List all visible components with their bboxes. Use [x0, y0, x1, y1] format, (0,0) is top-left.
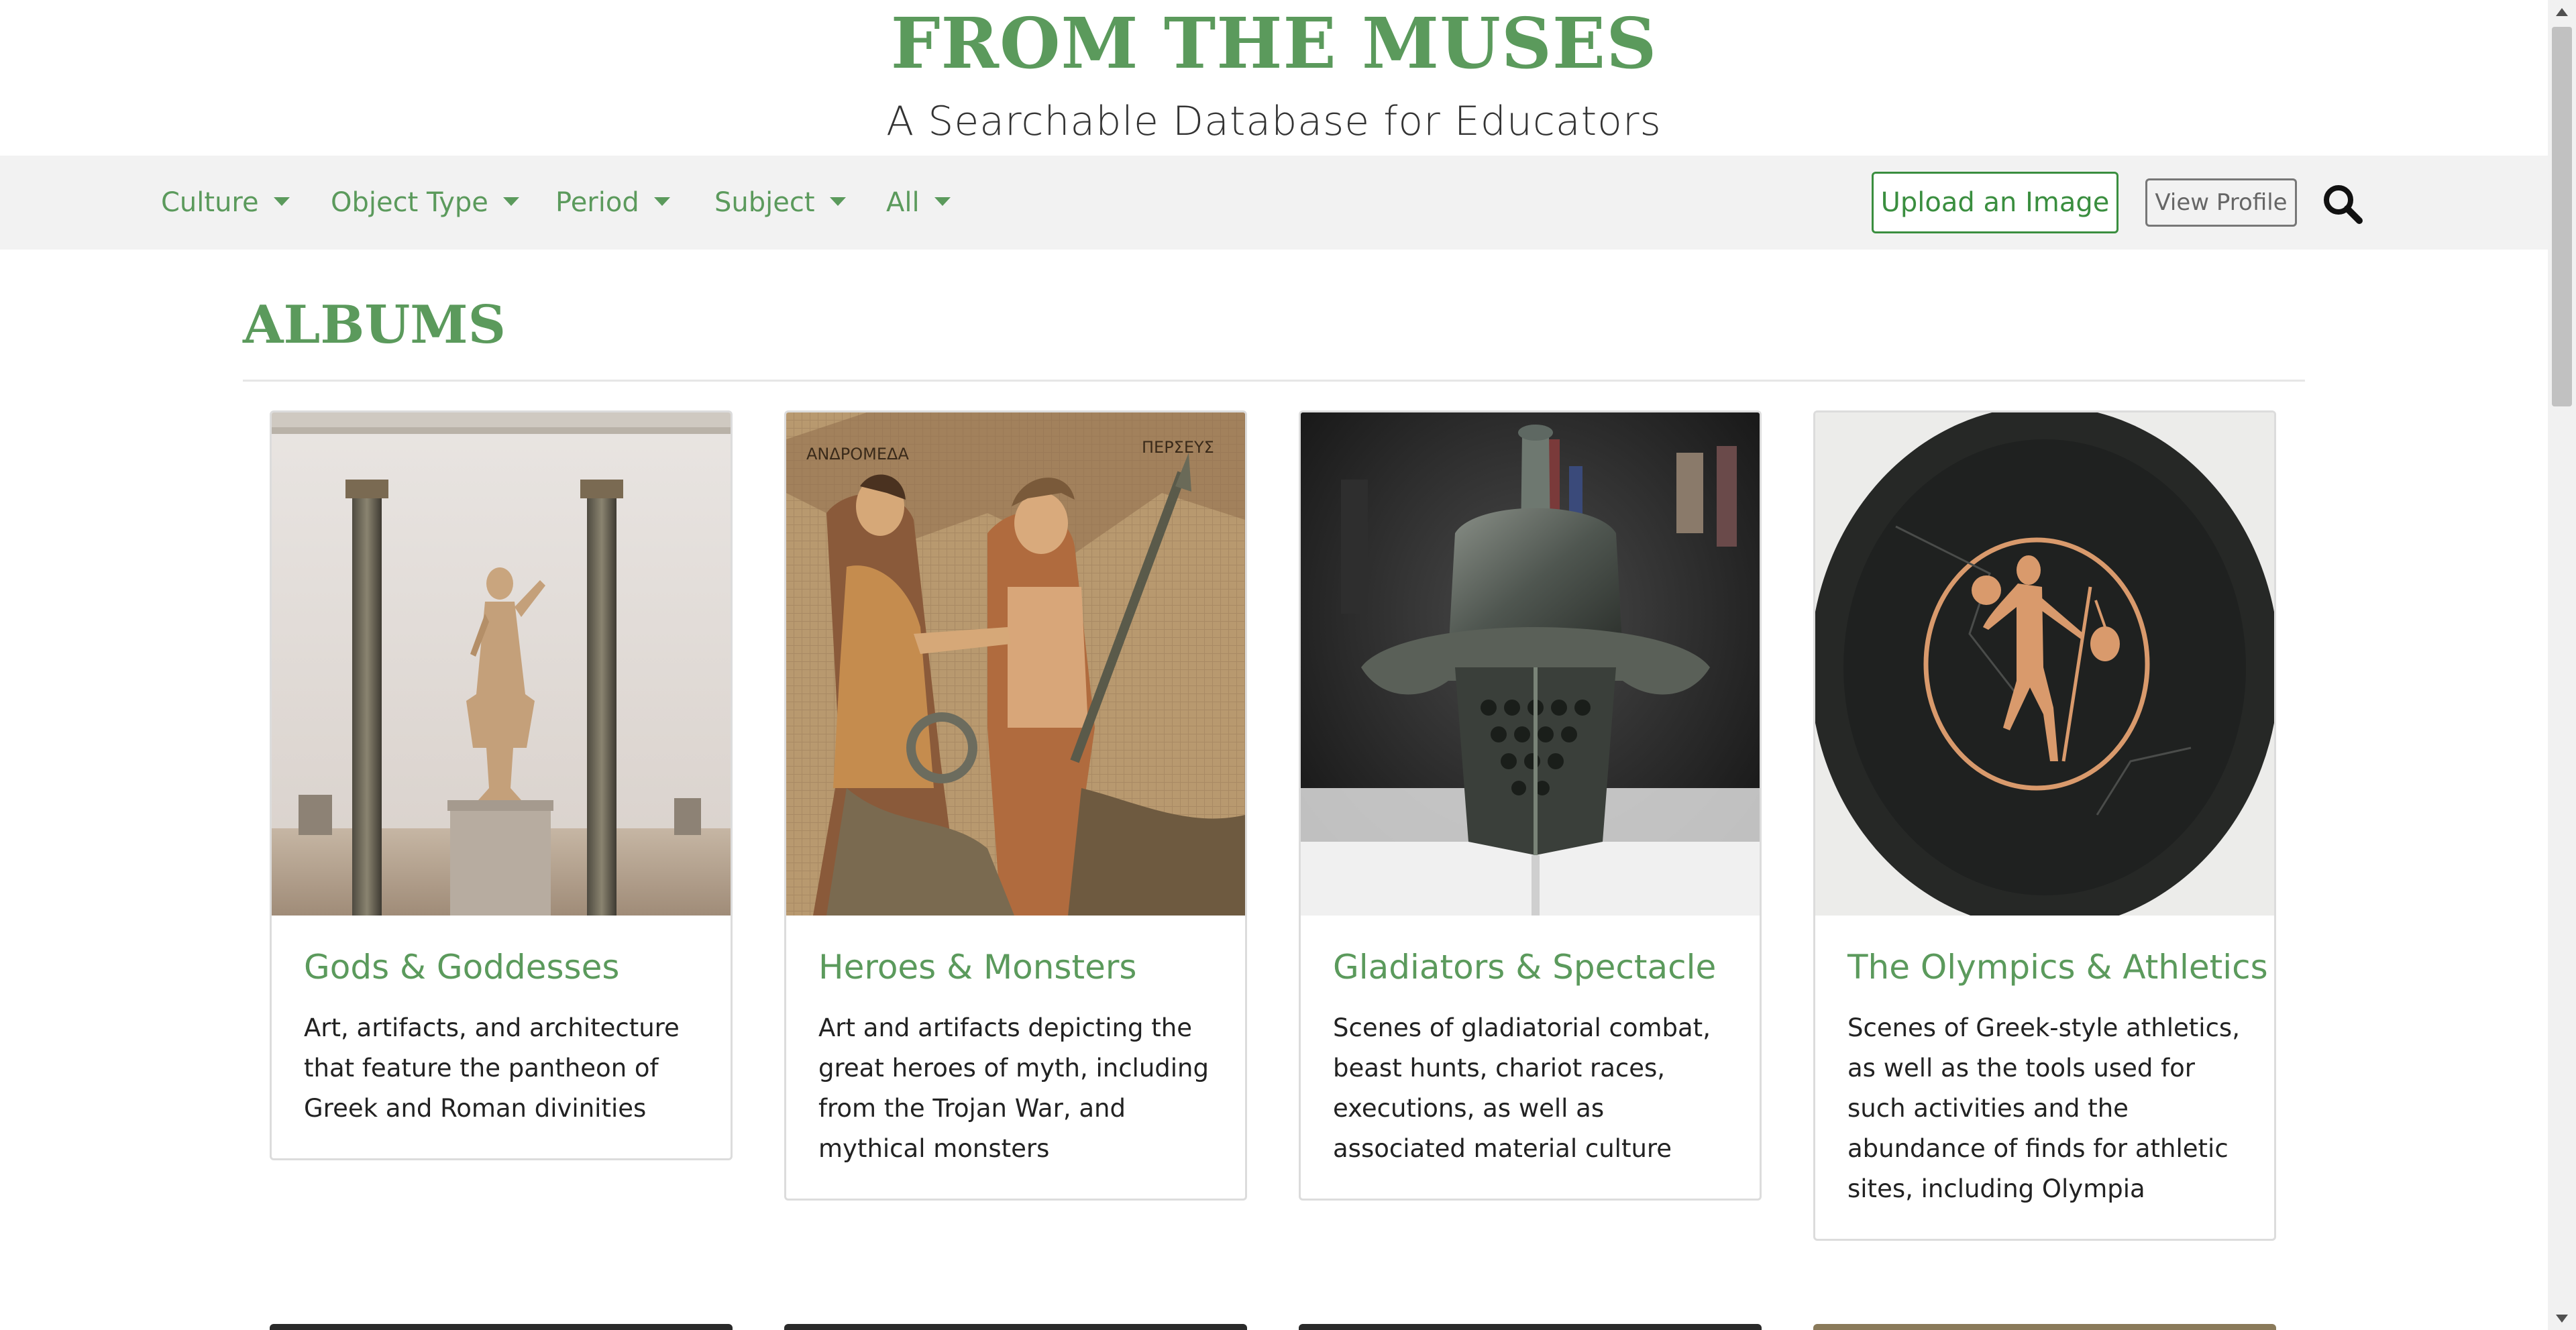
nav-culture-label: Culture: [161, 187, 259, 218]
album-title[interactable]: Gods & Goddesses: [304, 945, 698, 989]
album-title[interactable]: The Olympics & Athletics: [1847, 945, 2268, 989]
caret-down-icon: [653, 197, 670, 206]
album-image-kylix[interactable]: [1815, 412, 2274, 916]
nav-culture-dropdown[interactable]: Culture: [161, 156, 290, 250]
nav-object-type-label: Object Type: [331, 187, 488, 218]
album-description: Scenes of Greek-style athletics, as well…: [1847, 1013, 2240, 1203]
view-profile-button[interactable]: View Profile: [2145, 178, 2297, 227]
caret-down-icon: [273, 197, 290, 206]
navbar: Culture Object Type Period Subject All U…: [0, 156, 2548, 250]
scroll-up-arrow-icon[interactable]: [2556, 8, 2568, 16]
upload-image-button[interactable]: Upload an Image: [1872, 172, 2118, 233]
search-button[interactable]: [2321, 182, 2364, 225]
nav-all-label: All: [886, 187, 920, 218]
album-card-olympics-athletics[interactable]: The Olympics & Athletics Scenes of Greek…: [1813, 410, 2276, 1241]
scrollbar-thumb[interactable]: [2552, 27, 2572, 406]
caret-down-icon: [502, 197, 519, 206]
album-description: Scenes of gladiatorial combat, beast hun…: [1333, 1013, 1711, 1163]
caret-down-icon: [829, 197, 846, 206]
album-card-gods-goddesses[interactable]: Gods & Goddesses Art, artifacts, and arc…: [270, 410, 733, 1160]
nav-subject-dropdown[interactable]: Subject: [714, 156, 846, 250]
album-title[interactable]: Gladiators & Spectacle: [1333, 945, 1727, 989]
site-title[interactable]: FROM THE MUSES: [0, 0, 2548, 87]
album-description: Art and artifacts depicting the great he…: [818, 1013, 1209, 1163]
albums-divider: [243, 380, 2305, 382]
album-card-next-row[interactable]: [1813, 1324, 2276, 1330]
site-subtitle: A Searchable Database for Educators: [886, 98, 1662, 145]
album-card-gladiators-spectacle[interactable]: Gladiators & Spectacle Scenes of gladiat…: [1299, 410, 1762, 1201]
mosaic-inscription-andromeda: ΑΝΔΡΟΜΕΔΑ: [806, 445, 909, 463]
search-icon: [2324, 185, 2363, 224]
page-scrollbar[interactable]: [2548, 0, 2576, 1330]
album-title[interactable]: Heroes & Monsters: [818, 945, 1213, 989]
mosaic-inscription-perseus: ΠΕΡΣΕΥΣ: [1142, 438, 1214, 457]
nav-subject-label: Subject: [714, 187, 815, 218]
album-image-helmet[interactable]: [1301, 412, 1760, 916]
nav-period-dropdown[interactable]: Period: [555, 156, 670, 250]
album-image-statue[interactable]: [272, 412, 731, 916]
scroll-down-arrow-icon[interactable]: [2556, 1315, 2568, 1323]
album-image-mosaic[interactable]: ΑΝΔΡΟΜΕΔΑ ΠΕΡΣΕΥΣ: [786, 412, 1245, 916]
nav-all-dropdown[interactable]: All: [886, 156, 951, 250]
caret-down-icon: [934, 197, 951, 206]
album-card-next-row[interactable]: [784, 1324, 1247, 1330]
album-card-next-row[interactable]: [270, 1324, 733, 1330]
nav-object-type-dropdown[interactable]: Object Type: [331, 156, 519, 250]
album-card-next-row[interactable]: [1299, 1324, 1762, 1330]
albums-heading: ALBUMS: [243, 294, 506, 355]
album-card-heroes-monsters[interactable]: ΑΝΔΡΟΜΕΔΑ ΠΕΡΣΕΥΣ Heroes & Monsters Art …: [784, 410, 1247, 1201]
album-description: Art, artifacts, and architecture that fe…: [304, 1013, 680, 1123]
nav-period-label: Period: [555, 187, 639, 218]
